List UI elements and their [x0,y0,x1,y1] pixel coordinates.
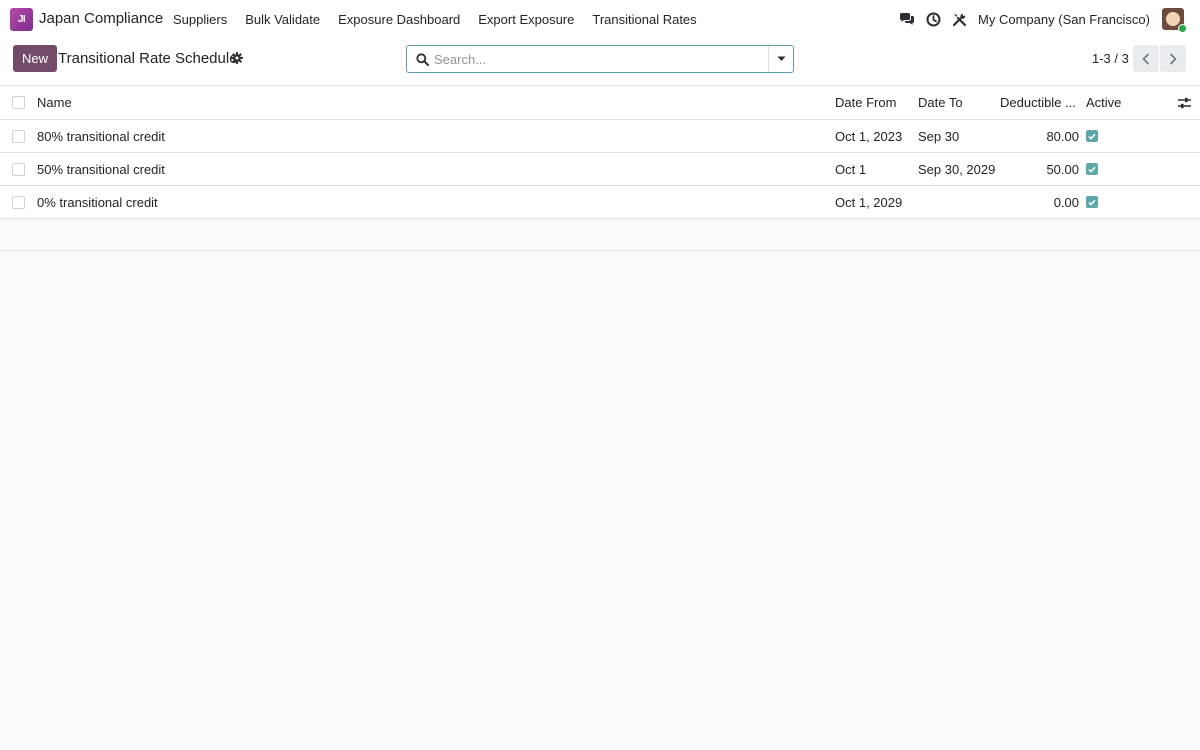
row-select-cell [12,153,26,185]
cell-deductible[interactable]: 0.00 [1000,186,1079,218]
cell-active[interactable] [1086,120,1146,152]
chevron-left-icon [1142,52,1150,65]
pager-previous-button[interactable] [1133,45,1159,72]
main-menu: Suppliers Bulk Validate Exposure Dashboa… [164,0,706,38]
select-all-cell [12,86,26,119]
row-checkbox[interactable] [12,129,25,143]
top-navbar: JI Japan Compliance Suppliers Bulk Valid… [0,0,1200,38]
check-icon [1088,166,1096,173]
control-panel: New Transitional Rate Schedule 1-3 / 3 [0,38,1200,86]
app-logo[interactable]: JI [10,8,33,31]
caret-down-icon [777,56,785,61]
row-select-cell [12,186,26,218]
column-header-name[interactable]: Name [37,86,817,119]
cell-name[interactable]: 80% transitional credit [37,120,817,152]
table-footer-row [0,219,1200,251]
search-icon [416,53,429,66]
active-checkbox-checked[interactable] [1086,130,1098,142]
cell-active[interactable] [1086,186,1146,218]
systray: My Company (San Francisco) [894,0,1200,38]
avatar-face [1166,12,1180,26]
user-avatar[interactable] [1162,8,1187,33]
cell-deductible[interactable]: 80.00 [1000,120,1079,152]
page-title: Transitional Rate Schedule [58,50,238,67]
search-input[interactable] [434,46,764,72]
cell-date-to[interactable]: Sep 30, 2029 [918,153,998,185]
menu-item-export-exposure[interactable]: Export Exposure [469,12,583,27]
cell-date-from[interactable]: Oct 1 [835,153,915,185]
app-name[interactable]: Japan Compliance [39,10,163,27]
active-checkbox-checked[interactable] [1086,196,1098,208]
activity-clock-icon[interactable] [920,0,946,38]
menu-item-bulk-validate[interactable]: Bulk Validate [236,12,329,27]
messages-icon[interactable] [894,0,920,38]
search-box [406,45,794,73]
table-row[interactable]: 0% transitional credit Oct 1, 2029 0.00 [0,186,1200,219]
cell-name[interactable]: 0% transitional credit [37,186,817,218]
cell-date-to[interactable]: Sep 30 [918,120,998,152]
pager-value[interactable]: 1-3 / 3 [1092,51,1129,66]
column-header-date-from[interactable]: Date From [835,86,915,119]
list-table: Name Date From Date To Deductible ... Ac… [0,86,1200,251]
select-all-checkbox[interactable] [12,96,25,109]
cell-date-to[interactable] [918,186,998,218]
debug-tools-icon[interactable] [946,0,972,38]
online-status-dot [1178,24,1187,33]
menu-item-suppliers[interactable]: Suppliers [164,12,236,27]
column-header-date-to[interactable]: Date To [918,86,998,119]
table-row[interactable]: 80% transitional credit Oct 1, 2023 Sep … [0,120,1200,153]
row-checkbox[interactable] [12,162,25,176]
table-row[interactable]: 50% transitional credit Oct 1 Sep 30, 20… [0,153,1200,186]
chevron-right-icon [1169,52,1177,65]
row-checkbox[interactable] [12,195,25,209]
active-checkbox-checked[interactable] [1086,163,1098,175]
column-header-deductible[interactable]: Deductible ... [1000,86,1079,119]
check-icon [1088,133,1096,140]
pager-next-button[interactable] [1160,45,1186,72]
row-select-cell [12,120,26,152]
sliders-icon [1178,97,1191,108]
optional-columns-toggle[interactable] [1178,86,1194,119]
cell-date-from[interactable]: Oct 1, 2023 [835,120,915,152]
menu-item-transitional-rates[interactable]: Transitional Rates [583,12,705,27]
cell-deductible[interactable]: 50.00 [1000,153,1079,185]
table-header-row: Name Date From Date To Deductible ... Ac… [0,86,1200,120]
company-switcher[interactable]: My Company (San Francisco) [978,12,1150,27]
check-icon [1088,199,1096,206]
search-options-toggle[interactable] [768,46,793,72]
cell-date-from[interactable]: Oct 1, 2029 [835,186,915,218]
gear-icon[interactable] [231,52,243,64]
cell-name[interactable]: 50% transitional credit [37,153,817,185]
cell-active[interactable] [1086,153,1146,185]
menu-item-exposure-dashboard[interactable]: Exposure Dashboard [329,12,469,27]
column-header-active[interactable]: Active [1086,86,1146,119]
new-button[interactable]: New [13,45,58,72]
